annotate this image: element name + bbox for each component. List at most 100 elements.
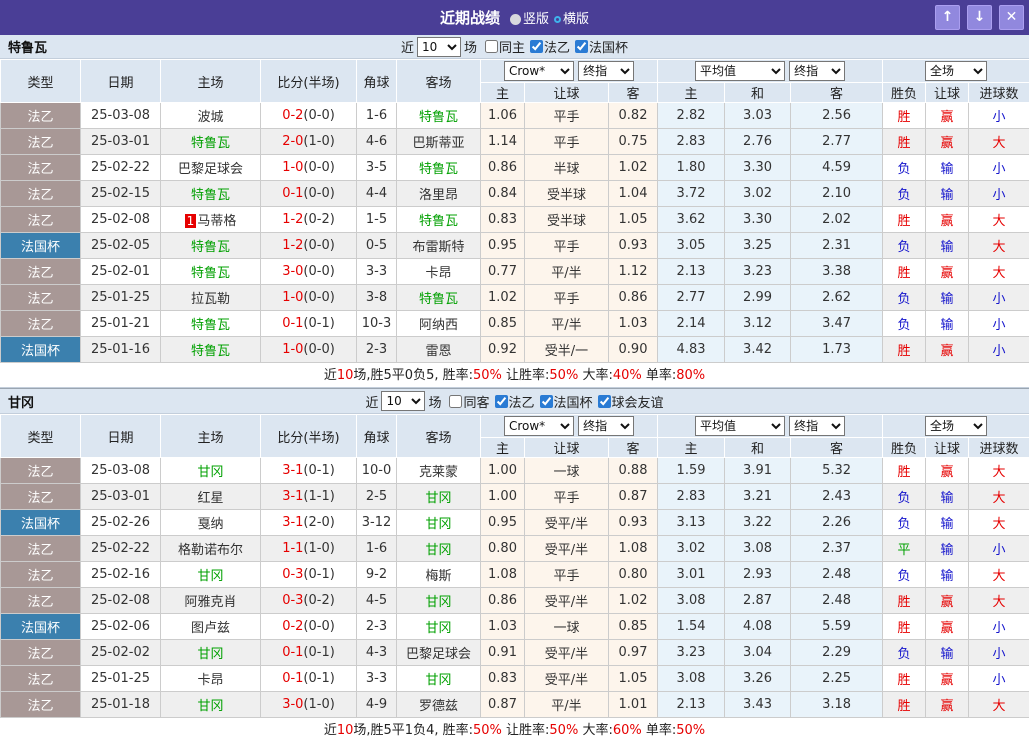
home-team-name[interactable]: 巴黎足球会 <box>178 162 243 177</box>
filter-checkbox[interactable] <box>530 40 543 53</box>
filter-option[interactable]: 球会友谊 <box>598 392 664 411</box>
home-team-name[interactable]: 卡昂 <box>197 673 223 688</box>
away-team-name[interactable]: 特鲁瓦 <box>419 162 458 177</box>
match-type-cell: 法乙 <box>1 562 81 588</box>
away-team-name[interactable]: 甘冈 <box>425 543 451 558</box>
home-team-name[interactable]: 特鲁瓦 <box>191 188 230 203</box>
scroll-up-button[interactable]: ↑ <box>935 5 960 30</box>
filter-checkbox[interactable] <box>575 40 588 53</box>
home-team-name[interactable]: 阿雅克肖 <box>184 595 236 610</box>
filter-option[interactable]: 法乙 <box>495 392 535 411</box>
away-team-name[interactable]: 巴斯蒂亚 <box>412 136 464 151</box>
halftime-score: (2-0) <box>303 515 334 530</box>
home-team-name[interactable]: 红星 <box>197 491 223 506</box>
summary-stat-label: 近 <box>324 723 337 738</box>
home-team-name[interactable]: 图卢兹 <box>191 621 230 636</box>
section-filter-bar: 特鲁瓦 近 10 场 同主法乙法国杯 <box>0 35 1029 59</box>
away-team-name[interactable]: 甘冈 <box>425 673 451 688</box>
home-team-name[interactable]: 甘冈 <box>197 465 223 480</box>
away-team-name[interactable]: 特鲁瓦 <box>419 214 458 229</box>
odds-stage-select[interactable]: 终指 <box>578 61 634 81</box>
date-cell: 25-02-22 <box>81 155 161 181</box>
result-goals: 大 <box>969 129 1029 155</box>
radio-vertical-label[interactable]: 竖版 <box>523 12 549 27</box>
away-team-name[interactable]: 甘冈 <box>425 491 451 506</box>
away-team-name[interactable]: 洛里昂 <box>419 188 458 203</box>
away-team-name[interactable]: 布雷斯特 <box>412 240 464 255</box>
close-button[interactable]: ✕ <box>999 5 1024 30</box>
crow-away-odds: 0.75 <box>609 129 658 155</box>
away-team-name[interactable]: 罗德兹 <box>419 699 458 714</box>
scroll-down-button[interactable]: ↓ <box>967 5 992 30</box>
avg-draw-odds: 2.87 <box>725 588 791 614</box>
date-cell: 25-03-01 <box>81 484 161 510</box>
avg-home-odds: 3.23 <box>658 640 725 666</box>
away-team-name[interactable]: 阿纳西 <box>419 318 458 333</box>
home-team-name[interactable]: 特鲁瓦 <box>191 344 230 359</box>
filter-checkbox[interactable] <box>449 395 462 408</box>
radio-horizontal-label[interactable]: 横版 <box>563 12 589 27</box>
away-team-name[interactable]: 梅斯 <box>425 569 451 584</box>
filter-checkbox[interactable] <box>540 395 553 408</box>
home-team-name[interactable]: 特鲁瓦 <box>191 266 230 281</box>
games-count-select[interactable]: 10 <box>381 391 425 411</box>
away-team-name[interactable]: 雷恩 <box>425 344 451 359</box>
games-count-select[interactable]: 10 <box>417 37 461 57</box>
halftime-score: (1-1) <box>303 489 334 504</box>
sub-header-wdl: 胜负 <box>883 83 926 103</box>
radio-unselected-icon[interactable] <box>554 16 561 23</box>
avg-draw-odds: 2.93 <box>725 562 791 588</box>
home-team-name[interactable]: 甘冈 <box>197 699 223 714</box>
crow-away-odds: 0.85 <box>609 614 658 640</box>
filter-option[interactable]: 同客 <box>449 392 489 411</box>
filter-checkbox[interactable] <box>495 395 508 408</box>
radio-selected-icon[interactable] <box>510 14 521 25</box>
scope-select[interactable]: 全场 <box>925 61 987 81</box>
home-team-name[interactable]: 格勒诺布尔 <box>178 543 243 558</box>
odds-stage-select[interactable]: 终指 <box>789 416 845 436</box>
crow-away-odds: 1.05 <box>609 666 658 692</box>
average-select[interactable]: 平均值 <box>695 416 785 436</box>
bookmaker-select[interactable]: Crow* <box>504 416 574 436</box>
sub-header-avg-home: 主 <box>658 83 725 103</box>
match-row: 法乙25-03-01红星3-1(1-1)2-5甘冈1.00平手0.872.833… <box>1 484 1029 510</box>
filter-option[interactable]: 法乙 <box>530 37 570 56</box>
home-team-name[interactable]: 特鲁瓦 <box>191 318 230 333</box>
filter-checkbox[interactable] <box>598 395 611 408</box>
home-team-cell: 特鲁瓦 <box>161 233 261 259</box>
away-team-name[interactable]: 卡昂 <box>425 266 451 281</box>
score-cell: 1-0(0-0) <box>261 337 357 363</box>
radio-horizontal-option[interactable]: 横版 <box>554 8 589 27</box>
home-team-name[interactable]: 甘冈 <box>197 647 223 662</box>
avg-draw-odds: 3.08 <box>725 536 791 562</box>
average-select[interactable]: 平均值 <box>695 61 785 81</box>
away-team-name[interactable]: 特鲁瓦 <box>419 110 458 125</box>
result-handicap: 赢 <box>926 458 969 484</box>
away-team-name[interactable]: 特鲁瓦 <box>419 292 458 307</box>
home-team-name[interactable]: 戛纳 <box>197 517 223 532</box>
away-team-name[interactable]: 巴黎足球会 <box>406 647 471 662</box>
home-team-name[interactable]: 特鲁瓦 <box>191 240 230 255</box>
home-team-name[interactable]: 马蒂格 <box>197 214 236 229</box>
away-team-name[interactable]: 克莱蒙 <box>419 465 458 480</box>
bookmaker-select[interactable]: Crow* <box>504 61 574 81</box>
home-team-name[interactable]: 波城 <box>197 110 223 125</box>
away-team-name[interactable]: 甘冈 <box>425 621 451 636</box>
match-type-cell: 法乙 <box>1 588 81 614</box>
crow-away-odds: 1.12 <box>609 259 658 285</box>
filter-checkbox[interactable] <box>485 40 498 53</box>
home-team-name[interactable]: 特鲁瓦 <box>191 136 230 151</box>
filter-option[interactable]: 法国杯 <box>575 37 628 56</box>
avg-home-odds: 3.02 <box>658 536 725 562</box>
away-team-name[interactable]: 甘冈 <box>425 595 451 610</box>
odds-stage-select[interactable]: 终指 <box>789 61 845 81</box>
away-team-name[interactable]: 甘冈 <box>425 517 451 532</box>
home-team-name[interactable]: 拉瓦勒 <box>191 292 230 307</box>
scope-select[interactable]: 全场 <box>925 416 987 436</box>
summary-stat-value: 80% <box>676 368 705 383</box>
filter-option[interactable]: 法国杯 <box>540 392 593 411</box>
filter-option[interactable]: 同主 <box>485 37 525 56</box>
home-team-name[interactable]: 甘冈 <box>197 569 223 584</box>
radio-vertical-option[interactable]: 竖版 <box>510 8 549 27</box>
odds-stage-select[interactable]: 终指 <box>578 416 634 436</box>
